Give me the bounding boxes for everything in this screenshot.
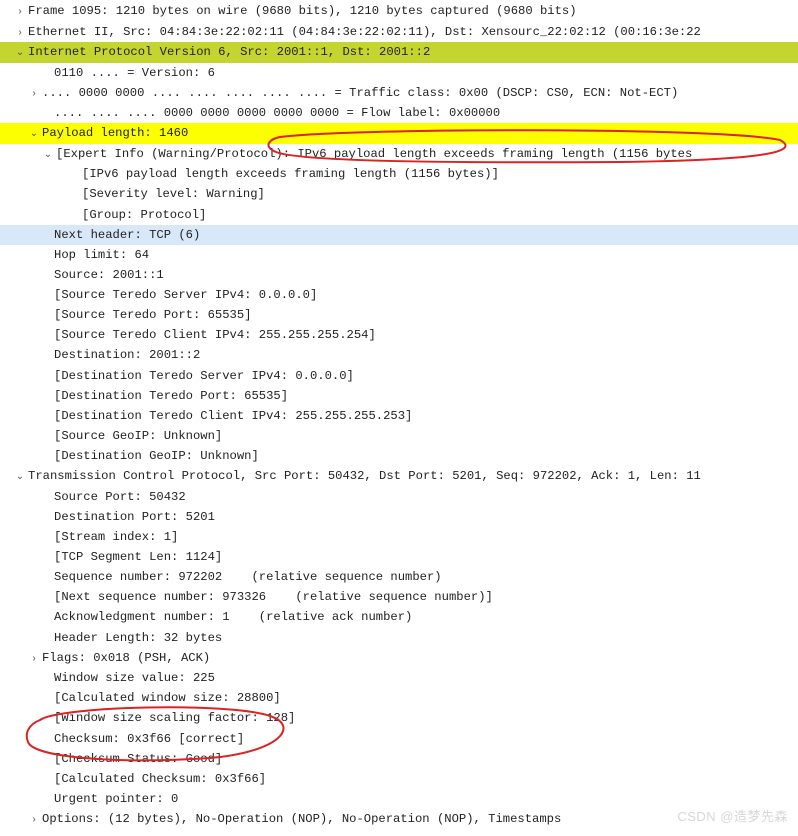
ipv6-dst-teredo-server[interactable]: [Destination Teredo Server IPv4: 0.0.0.0…: [0, 366, 798, 386]
tcp-checksum-status[interactable]: [Checksum Status: Good]: [0, 749, 798, 769]
packet-details-pane[interactable]: › Frame 1095: 1210 bytes on wire (9680 b…: [0, 0, 798, 836]
tcp-window-scale[interactable]: [Window size scaling factor: 128]: [0, 708, 798, 728]
ipv6-dst-teredo-client[interactable]: [Destination Teredo Client IPv4: 255.255…: [0, 406, 798, 426]
tree-item-eth[interactable]: › Ethernet II, Src: 04:84:3e:22:02:11 (0…: [0, 22, 798, 43]
ipv6-source[interactable]: Source: 2001::1: [0, 265, 798, 285]
tree-item-tcp[interactable]: ⌄ Transmission Control Protocol, Src Por…: [0, 466, 798, 487]
chevron-right-icon[interactable]: ›: [14, 5, 26, 22]
tcp-flags[interactable]: ›Flags: 0x018 (PSH, ACK): [0, 648, 798, 669]
chevron-right-icon[interactable]: ›: [28, 813, 40, 830]
ipv6-dst-geoip[interactable]: [Destination GeoIP: Unknown]: [0, 446, 798, 466]
chevron-down-icon[interactable]: ⌄: [14, 46, 26, 63]
tcp-checksum[interactable]: Checksum: 0x3f66 [correct]: [0, 729, 798, 749]
ipv6-next-header[interactable]: Next header: TCP (6): [0, 225, 798, 245]
ipv6-hop-limit[interactable]: Hop limit: 64: [0, 245, 798, 265]
tcp-options[interactable]: ›Options: (12 bytes), No-Operation (NOP)…: [0, 809, 798, 830]
tcp-src-port[interactable]: Source Port: 50432: [0, 487, 798, 507]
chevron-right-icon[interactable]: ›: [28, 87, 40, 104]
ipv6-src-teredo-port[interactable]: [Source Teredo Port: 65535]: [0, 305, 798, 325]
tcp-header-len[interactable]: Header Length: 32 bytes: [0, 628, 798, 648]
tcp-next-seq[interactable]: [Next sequence number: 973326 (relative …: [0, 587, 798, 607]
chevron-right-icon[interactable]: ›: [14, 26, 26, 43]
ipv6-expert-severity[interactable]: [Severity level: Warning]: [0, 184, 798, 204]
tcp-segment-len[interactable]: [TCP Segment Len: 1124]: [0, 547, 798, 567]
ipv6-src-geoip[interactable]: [Source GeoIP: Unknown]: [0, 426, 798, 446]
eth-summary: Ethernet II, Src: 04:84:3e:22:02:11 (04:…: [28, 22, 701, 42]
ipv6-flowlabel[interactable]: .... .... .... 0000 0000 0000 0000 0000 …: [0, 103, 798, 123]
ipv6-dst-teredo-port[interactable]: [Destination Teredo Port: 65535]: [0, 386, 798, 406]
tree-item-ipv6[interactable]: ⌄ Internet Protocol Version 6, Src: 2001…: [0, 42, 798, 63]
chevron-down-icon[interactable]: ⌄: [14, 470, 26, 487]
tcp-dst-port[interactable]: Destination Port: 5201: [0, 507, 798, 527]
ipv6-destination[interactable]: Destination: 2001::2: [0, 345, 798, 365]
tcp-summary: Transmission Control Protocol, Src Port:…: [28, 466, 701, 486]
chevron-right-icon[interactable]: ›: [28, 652, 40, 669]
tree-item-frame[interactable]: › Frame 1095: 1210 bytes on wire (9680 b…: [0, 1, 798, 22]
ipv6-expert-info[interactable]: ⌄ [Expert Info (Warning/Protocol): IPv6 …: [0, 144, 798, 165]
ipv6-expert-group[interactable]: [Group: Protocol]: [0, 205, 798, 225]
ipv6-expert-msg[interactable]: [IPv6 payload length exceeds framing len…: [0, 164, 798, 184]
frame-summary: Frame 1095: 1210 bytes on wire (9680 bit…: [28, 1, 577, 21]
tcp-calc-window[interactable]: [Calculated window size: 28800]: [0, 688, 798, 708]
chevron-down-icon[interactable]: ⌄: [28, 127, 40, 144]
tcp-ack[interactable]: Acknowledgment number: 1 (relative ack n…: [0, 607, 798, 627]
ipv6-version[interactable]: 0110 .... = Version: 6: [0, 63, 798, 83]
tcp-urgent[interactable]: Urgent pointer: 0: [0, 789, 798, 809]
ipv6-payload-length[interactable]: ⌄ Payload length: 1460: [0, 123, 798, 144]
tcp-stream-index[interactable]: [Stream index: 1]: [0, 527, 798, 547]
ipv6-summary: Internet Protocol Version 6, Src: 2001::…: [28, 42, 430, 62]
chevron-down-icon[interactable]: ⌄: [42, 148, 54, 165]
tcp-calc-checksum[interactable]: [Calculated Checksum: 0x3f66]: [0, 769, 798, 789]
ipv6-tclass[interactable]: ›.... 0000 0000 .... .... .... .... ....…: [0, 83, 798, 104]
ipv6-src-teredo-client[interactable]: [Source Teredo Client IPv4: 255.255.255.…: [0, 325, 798, 345]
tcp-window[interactable]: Window size value: 225: [0, 668, 798, 688]
ipv6-src-teredo-server[interactable]: [Source Teredo Server IPv4: 0.0.0.0]: [0, 285, 798, 305]
tcp-seq[interactable]: Sequence number: 972202 (relative sequen…: [0, 567, 798, 587]
